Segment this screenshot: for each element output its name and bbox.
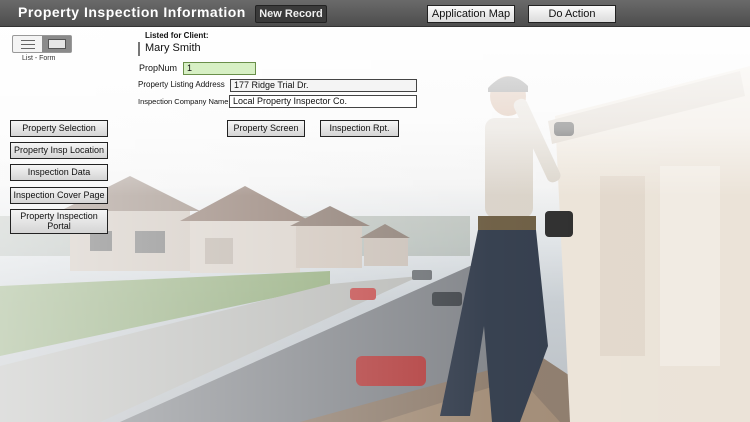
- sidebar-item-property-selection[interactable]: Property Selection: [10, 120, 108, 137]
- form-icon: [47, 39, 66, 49]
- list-icon: [20, 39, 35, 49]
- company-label: Inspection Company Name: [138, 97, 229, 106]
- address-label: Property Listing Address: [138, 80, 225, 89]
- prop-num-field[interactable]: 1: [183, 62, 256, 75]
- new-record-button[interactable]: New Record: [255, 5, 327, 23]
- client-name: Mary Smith: [138, 42, 201, 56]
- page-title: Property Inspection Information: [18, 4, 246, 20]
- view-toggle: [12, 35, 72, 53]
- client-label: Listed for Client:: [145, 31, 209, 40]
- list-view-toggle[interactable]: [13, 36, 42, 52]
- view-toggle-label: List - Form: [22, 55, 56, 62]
- sidebar-item-inspection-cover-page[interactable]: Inspection Cover Page: [10, 187, 108, 204]
- do-action-button[interactable]: Do Action: [528, 5, 616, 23]
- header-bar: Property Inspection Information New Reco…: [0, 0, 750, 27]
- sidebar-item-property-insp-location[interactable]: Property Insp Location: [10, 142, 108, 159]
- company-field[interactable]: Local Property Inspector Co.: [229, 95, 417, 108]
- application-map-button[interactable]: Application Map: [427, 5, 515, 23]
- background-top-fade: [0, 26, 750, 196]
- form-view-toggle[interactable]: [42, 36, 71, 52]
- prop-num-label: PropNum: [139, 63, 178, 73]
- sidebar-item-property-inspection-portal[interactable]: Property Inspection Portal: [10, 209, 108, 234]
- property-screen-button[interactable]: Property Screen: [227, 120, 305, 137]
- inspection-rpt-button[interactable]: Inspection Rpt.: [320, 120, 399, 137]
- address-field[interactable]: 177 Ridge Trial Dr.: [230, 79, 417, 92]
- sidebar-item-inspection-data[interactable]: Inspection Data: [10, 164, 108, 181]
